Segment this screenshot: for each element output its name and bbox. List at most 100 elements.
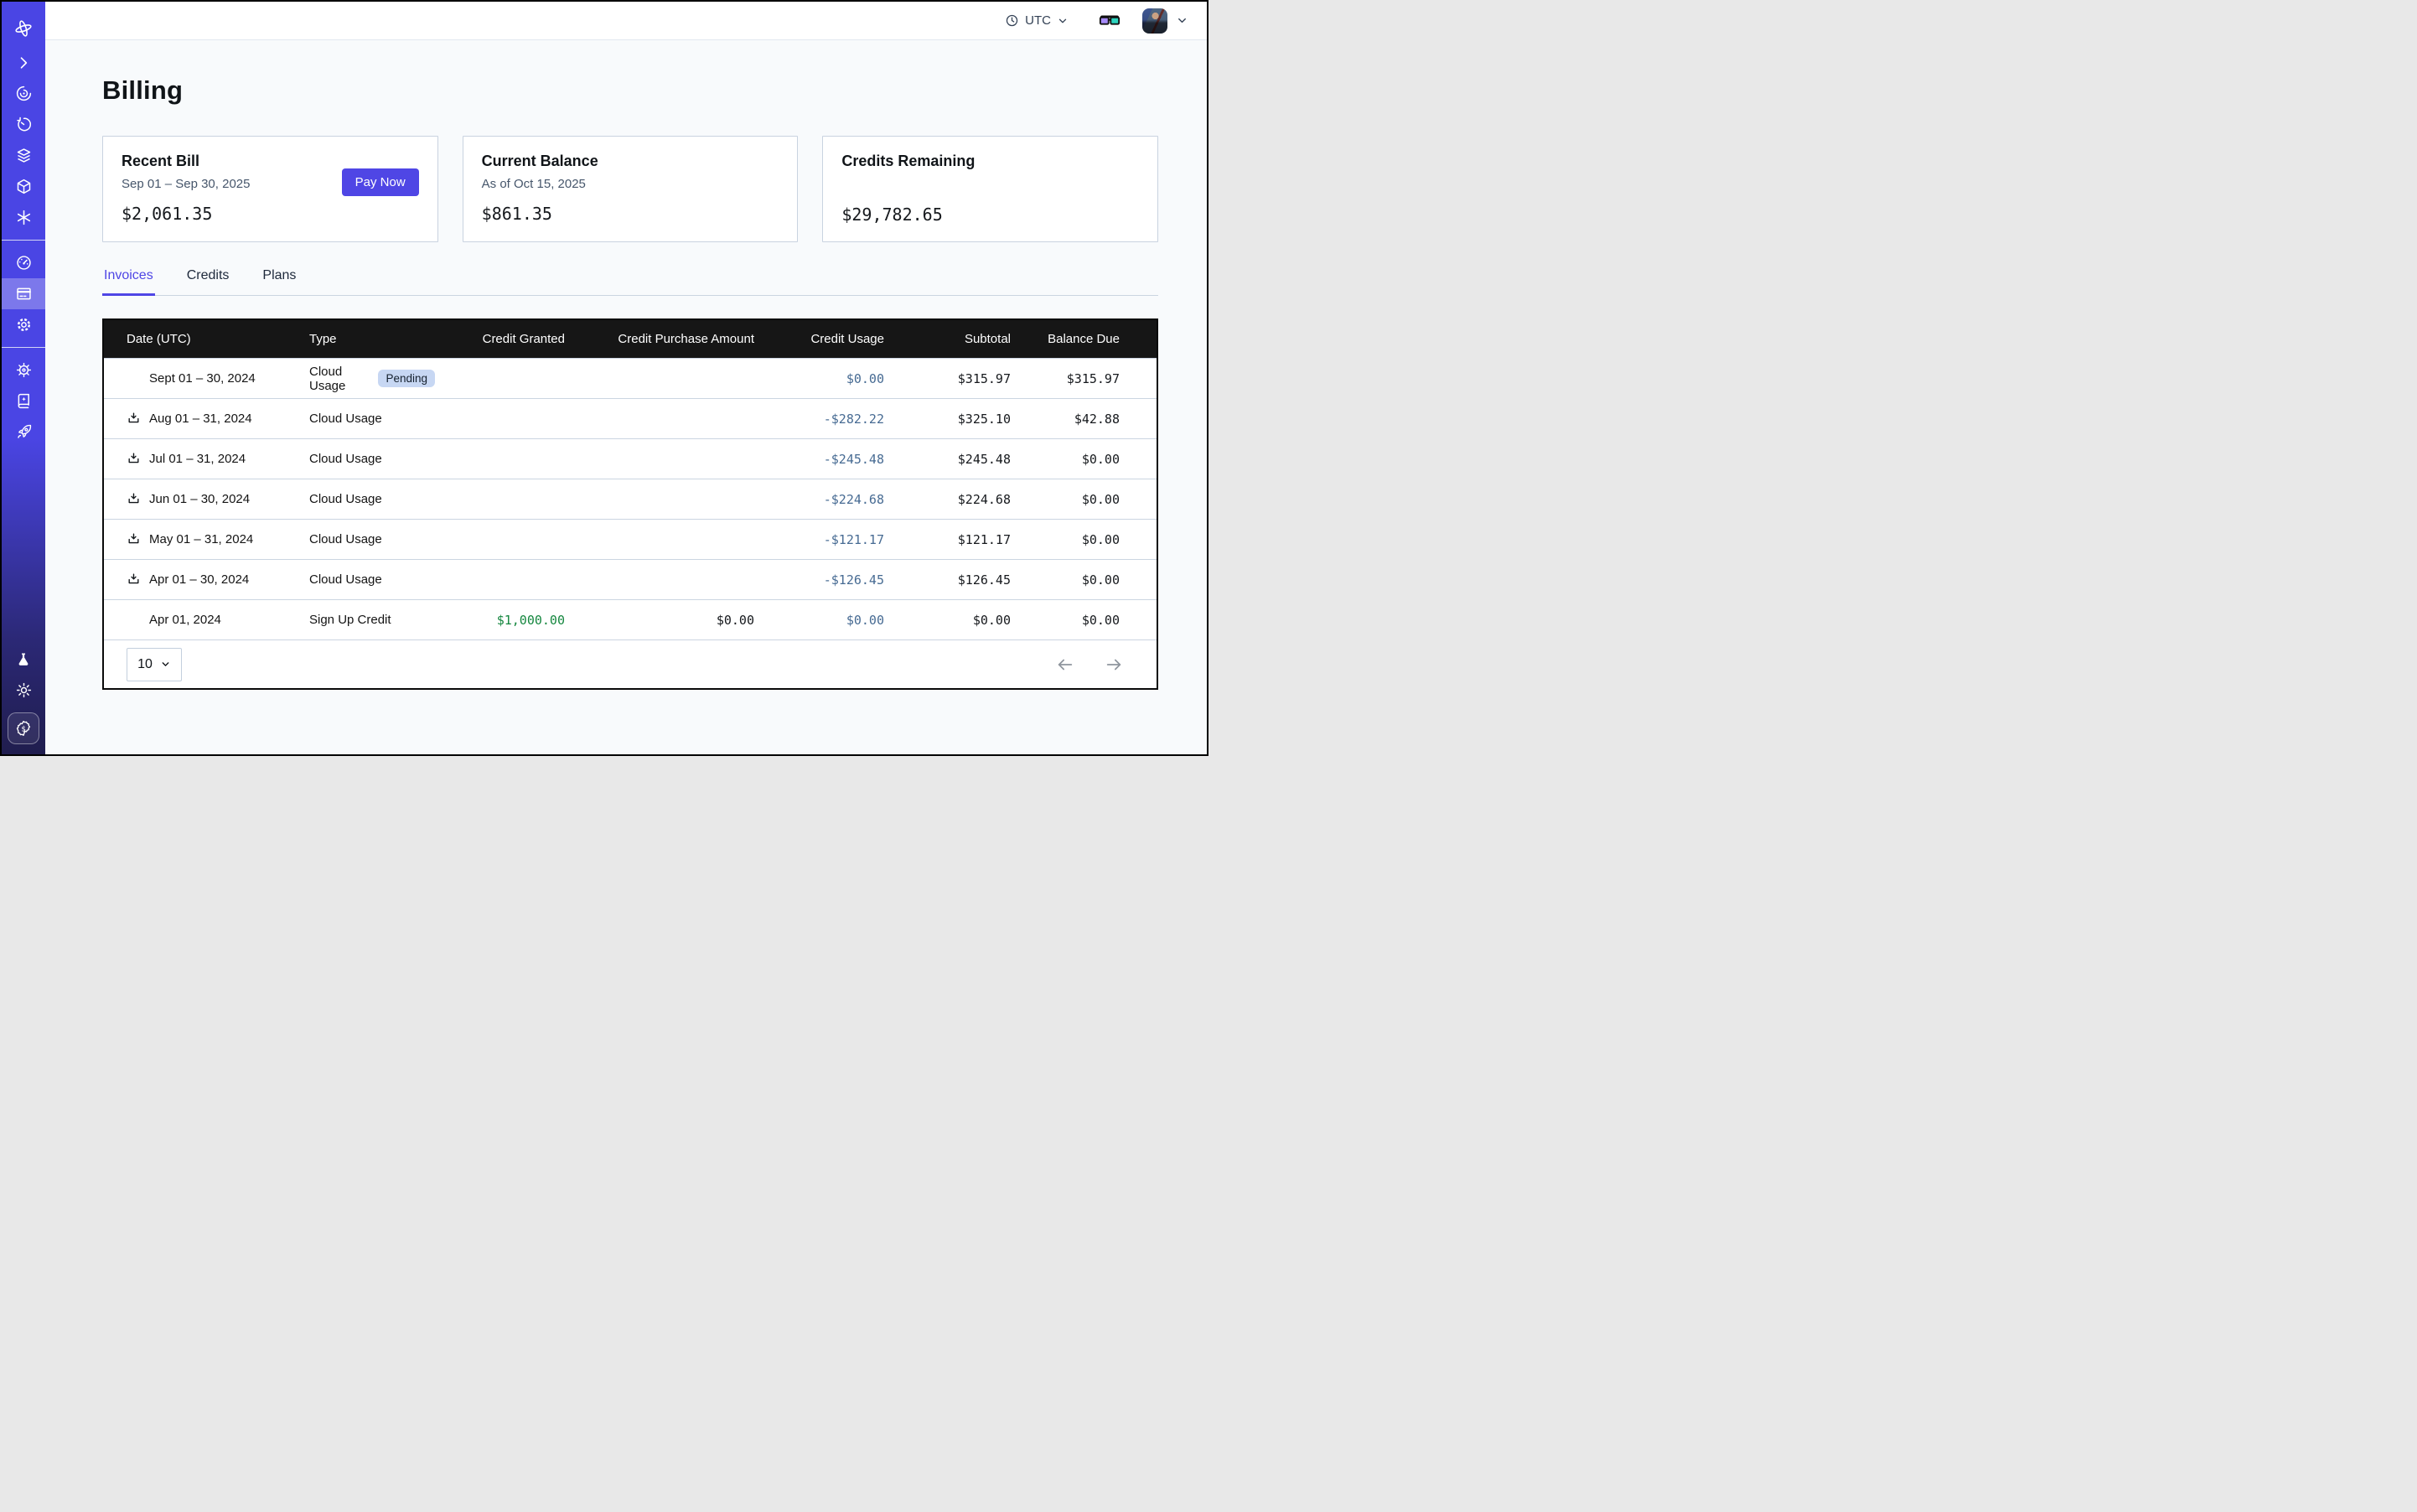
subtotal: $121.17: [884, 532, 1011, 547]
pay-now-button[interactable]: Pay Now: [342, 168, 419, 196]
pagination-arrows: [1056, 655, 1123, 674]
page-title: Billing: [102, 75, 1158, 106]
pending-badge: Pending: [378, 370, 435, 388]
invoice-date: Jul 01 – 31, 2024: [149, 452, 246, 466]
invoice-date: May 01 – 31, 2024: [149, 532, 253, 546]
column-header-credit-granted: Credit Granted: [435, 332, 565, 346]
gear-icon[interactable]: [2, 309, 45, 340]
table-row: Jun 01 – 30, 2024 Cloud Usage -$224.68 $…: [104, 479, 1157, 519]
rocket-icon[interactable]: [2, 417, 45, 448]
download-invoice-button[interactable]: [127, 572, 141, 587]
page-size-select[interactable]: 10: [127, 648, 182, 681]
invoice-date: Apr 01, 2024: [149, 613, 221, 627]
main-area: UTC Billing Recent Bill: [45, 2, 1207, 754]
card-title: Current Balance: [482, 153, 779, 170]
summary-cards: Recent Bill Sep 01 – Sep 30, 2025 $2,061…: [102, 136, 1158, 242]
credit-purchase: $0.00: [565, 613, 754, 628]
invoice-type: Sign Up Credit: [309, 613, 391, 627]
card-title: Credits Remaining: [841, 153, 1139, 170]
cube-icon[interactable]: [2, 171, 45, 202]
card-subtitle: As of Oct 15, 2025: [482, 177, 779, 191]
invoice-date: Sept 01 – 30, 2024: [149, 371, 256, 386]
download-icon: [127, 492, 141, 506]
next-page-button[interactable]: [1105, 655, 1123, 674]
invoice-type: Cloud Usage: [309, 365, 370, 393]
avatar[interactable]: [1142, 8, 1167, 34]
card-amount: $861.35: [482, 204, 779, 224]
download-invoice-button[interactable]: [127, 452, 141, 466]
invoice-type: Cloud Usage: [309, 452, 382, 466]
card-amount: $29,782.65: [841, 205, 1139, 225]
sidebar: $: [2, 2, 45, 754]
previous-page-button[interactable]: [1056, 655, 1074, 674]
column-header-subtotal: Subtotal: [884, 332, 1011, 346]
card-amount: $2,061.35: [122, 204, 419, 224]
table-header: Date (UTC) Type Credit Granted Credit Pu…: [104, 320, 1157, 358]
invoice-date: Aug 01 – 31, 2024: [149, 412, 252, 426]
arrow-left-icon: [1056, 655, 1074, 674]
timer-icon[interactable]: [2, 109, 45, 140]
table-row: Jul 01 – 31, 2024 Cloud Usage -$245.48 $…: [104, 438, 1157, 479]
table-row: Aug 01 – 31, 2024 Cloud Usage -$282.22 $…: [104, 398, 1157, 438]
billing-tabs: Invoices Credits Plans: [102, 268, 1158, 296]
credit-granted: $1,000.00: [435, 613, 565, 628]
balance-due: $0.00: [1011, 532, 1160, 547]
balance-due: $0.00: [1011, 613, 1160, 628]
invoice-type: Cloud Usage: [309, 492, 382, 506]
download-invoice-button[interactable]: [127, 412, 141, 426]
flask-icon[interactable]: [2, 644, 45, 675]
chevron-down-icon: [1057, 15, 1069, 27]
billing-card-icon: [15, 285, 33, 303]
credit-usage: -$126.45: [754, 572, 884, 588]
column-header-date: Date (UTC): [104, 332, 309, 346]
subtotal: $224.68: [884, 492, 1011, 507]
subtotal: $245.48: [884, 452, 1011, 467]
balance-due: $0.00: [1011, 572, 1160, 588]
page-size-value: 10: [137, 657, 153, 672]
table-row: Apr 01 – 30, 2024 Cloud Usage -$126.45 $…: [104, 559, 1157, 599]
account-menu-chevron[interactable]: [1176, 14, 1188, 27]
sidebar-item-billing[interactable]: [2, 278, 45, 309]
sidebar-divider: [2, 240, 45, 241]
credit-usage: $0.00: [754, 613, 884, 628]
tab-invoices[interactable]: Invoices: [102, 268, 155, 296]
table-row: May 01 – 31, 2024 Cloud Usage -$121.17 $…: [104, 519, 1157, 559]
invoice-type: Cloud Usage: [309, 532, 382, 546]
download-icon: [127, 412, 141, 426]
download-invoice-button[interactable]: [127, 492, 141, 506]
column-header-credit-purchase: Credit Purchase Amount: [565, 332, 754, 346]
content: Billing Recent Bill Sep 01 – Sep 30, 202…: [45, 40, 1207, 754]
balance-due: $0.00: [1011, 492, 1160, 507]
column-header-balance-due: Balance Due: [1011, 332, 1160, 346]
card-title: Recent Bill: [122, 153, 419, 170]
timezone-selector[interactable]: UTC: [1005, 13, 1069, 28]
3d-glasses-icon[interactable]: [1099, 13, 1121, 29]
credit-usage: -$245.48: [754, 452, 884, 467]
gauge-icon[interactable]: [2, 247, 45, 278]
subtotal: $315.97: [884, 371, 1011, 386]
arrow-right-icon: [1105, 655, 1123, 674]
download-invoice-button[interactable]: [127, 532, 141, 546]
topbar: UTC: [45, 2, 1207, 40]
dollar-seal-button[interactable]: $: [8, 712, 39, 744]
download-icon: [127, 572, 141, 587]
sun-icon[interactable]: [2, 675, 45, 706]
asterisk-icon[interactable]: [2, 202, 45, 233]
logo-orbit-icon[interactable]: [2, 12, 45, 45]
helm-wheel-icon[interactable]: [2, 355, 45, 386]
tab-plans[interactable]: Plans: [261, 268, 298, 295]
current-balance-card: Current Balance As of Oct 15, 2025 $861.…: [463, 136, 799, 242]
credits-remaining-card: Credits Remaining $29,782.65: [822, 136, 1158, 242]
chevron-right-icon[interactable]: [2, 47, 45, 78]
tab-credits[interactable]: Credits: [185, 268, 231, 295]
download-icon: [127, 452, 141, 466]
sidebar-divider: [2, 347, 45, 348]
spiral-eye-icon[interactable]: [2, 78, 45, 109]
subtotal: $325.10: [884, 412, 1011, 427]
table-row: Apr 01, 2024 Sign Up Credit $1,000.00 $0…: [104, 599, 1157, 639]
invoices-table: Date (UTC) Type Credit Granted Credit Pu…: [102, 318, 1158, 690]
balance-due: $0.00: [1011, 452, 1160, 467]
invoice-date: Jun 01 – 30, 2024: [149, 492, 250, 506]
book-sparkle-icon[interactable]: [2, 386, 45, 417]
layers-icon[interactable]: [2, 140, 45, 171]
